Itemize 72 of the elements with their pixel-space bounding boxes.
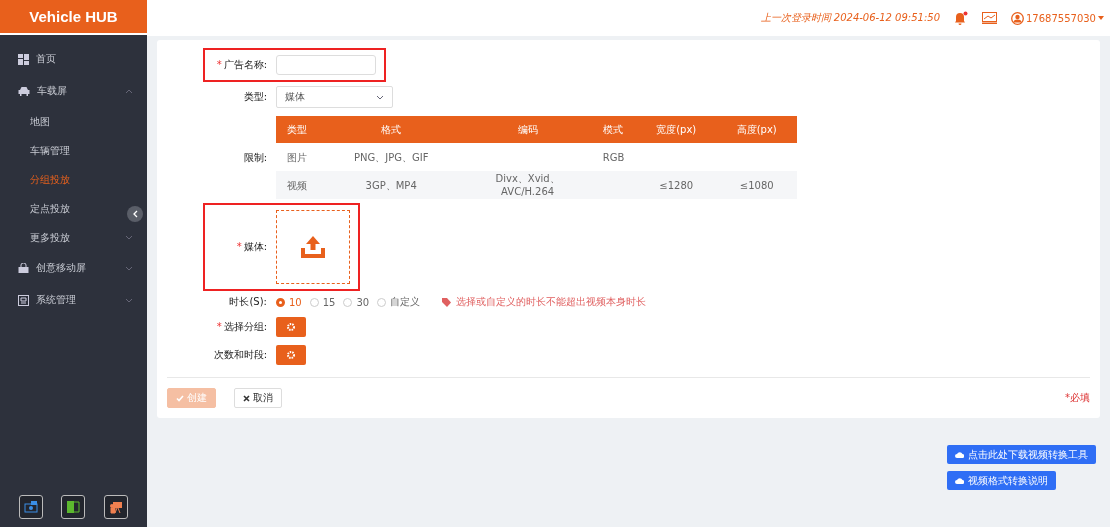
user-menu[interactable]: 17687557030 — [1011, 11, 1104, 25]
column-header: 模式 — [590, 116, 636, 143]
cancel-button[interactable]: 取消 — [234, 388, 282, 408]
table-cell: 3GP、MP4 — [365, 179, 417, 191]
app-logo: Vehicle HUB — [0, 0, 147, 35]
table-cell: Divx、Xvid、 AVC/H.264 — [495, 173, 560, 197]
required-mark: * — [216, 59, 222, 70]
upload-area[interactable] — [276, 210, 350, 284]
projector-icon[interactable] — [103, 495, 128, 519]
table-cell: ≤1080 — [739, 179, 774, 191]
chevron-left-icon — [132, 210, 138, 218]
field-label: 时长(S): — [229, 296, 267, 307]
column-header: 编码 — [464, 116, 591, 143]
column-header: 高度(px) — [716, 116, 797, 143]
cloud-icon — [955, 477, 964, 484]
duration-hint: 选择或自定义的时长不能超出视频本身时长 — [456, 295, 647, 309]
table-cell: 视频 — [287, 179, 308, 191]
download-button[interactable]: 点击此处下载视频转换工具 — [947, 445, 1096, 464]
radio-option[interactable]: 10 — [276, 296, 302, 308]
settings-icon — [287, 323, 295, 331]
bell-icon[interactable] — [954, 11, 968, 25]
document-icon[interactable] — [61, 495, 86, 519]
car-icon — [18, 86, 30, 96]
caret-icon — [1098, 16, 1104, 20]
required-mark: * — [236, 241, 242, 252]
table-cell: ≤1280 — [659, 179, 694, 191]
sidebar-subitem[interactable]: 地图 — [0, 107, 147, 136]
collapse-button[interactable] — [127, 206, 143, 222]
field-label: 次数和时段: — [213, 349, 267, 360]
user-icon — [1011, 11, 1024, 25]
cloud-icon — [955, 451, 964, 458]
table-cell: RGB — [602, 151, 625, 163]
table-cell: PNG、JPG、GIF — [353, 151, 429, 163]
sidebar-item[interactable]: 车载屏 — [0, 75, 147, 107]
column-header: 格式 — [318, 116, 465, 143]
check-icon — [176, 394, 184, 402]
column-header: 宽度(px) — [636, 116, 717, 143]
sidebar-item[interactable]: 首页 — [0, 43, 147, 75]
grid-icon — [18, 53, 29, 65]
radio-option[interactable]: 自定义 — [377, 295, 421, 309]
settings-button[interactable] — [276, 317, 306, 337]
field-label: 媒体: — [243, 241, 267, 252]
download-button[interactable]: 视频格式转换说明 — [947, 471, 1056, 490]
radio-option[interactable]: 30 — [343, 296, 370, 308]
tag-icon — [442, 297, 453, 307]
sidebar-subitem[interactable]: 分组投放 — [0, 165, 147, 194]
column-header: 类型 — [276, 116, 319, 143]
table-cell: 图片 — [287, 151, 308, 163]
sidebar-subitem[interactable]: 更多投放 — [0, 223, 147, 252]
chevron-icon — [376, 94, 384, 100]
monitor-icon — [18, 294, 29, 306]
field-label: 类型: — [243, 91, 267, 102]
field-label: 广告名称: — [223, 59, 267, 70]
ad-name-field[interactable] — [276, 55, 376, 75]
radio-option[interactable]: 15 — [309, 296, 336, 308]
settings-icon — [287, 351, 295, 359]
close-icon — [243, 394, 250, 402]
sidebar-item[interactable]: 创意移动屏 — [0, 252, 147, 284]
sidebar-subitem[interactable]: 车辆管理 — [0, 136, 147, 165]
sidebar-item[interactable]: 系统管理 — [0, 284, 147, 316]
required-mark: * — [216, 321, 222, 332]
upload-icon — [301, 236, 325, 258]
required-note: *必填 — [1065, 391, 1090, 405]
type-select[interactable]: 媒体 — [276, 86, 393, 108]
sidebar-subitem[interactable]: 定点投放 — [0, 194, 147, 223]
last-login-time: 上一次登录时间 2024-06-12 09:51:50 — [760, 11, 940, 25]
folder-monitor-icon[interactable] — [19, 495, 44, 519]
field-label: 选择分组: — [223, 321, 267, 332]
chart-icon[interactable] — [982, 12, 997, 24]
bag-icon — [18, 263, 29, 273]
settings-button[interactable] — [276, 345, 306, 365]
field-label: 限制: — [243, 151, 267, 163]
